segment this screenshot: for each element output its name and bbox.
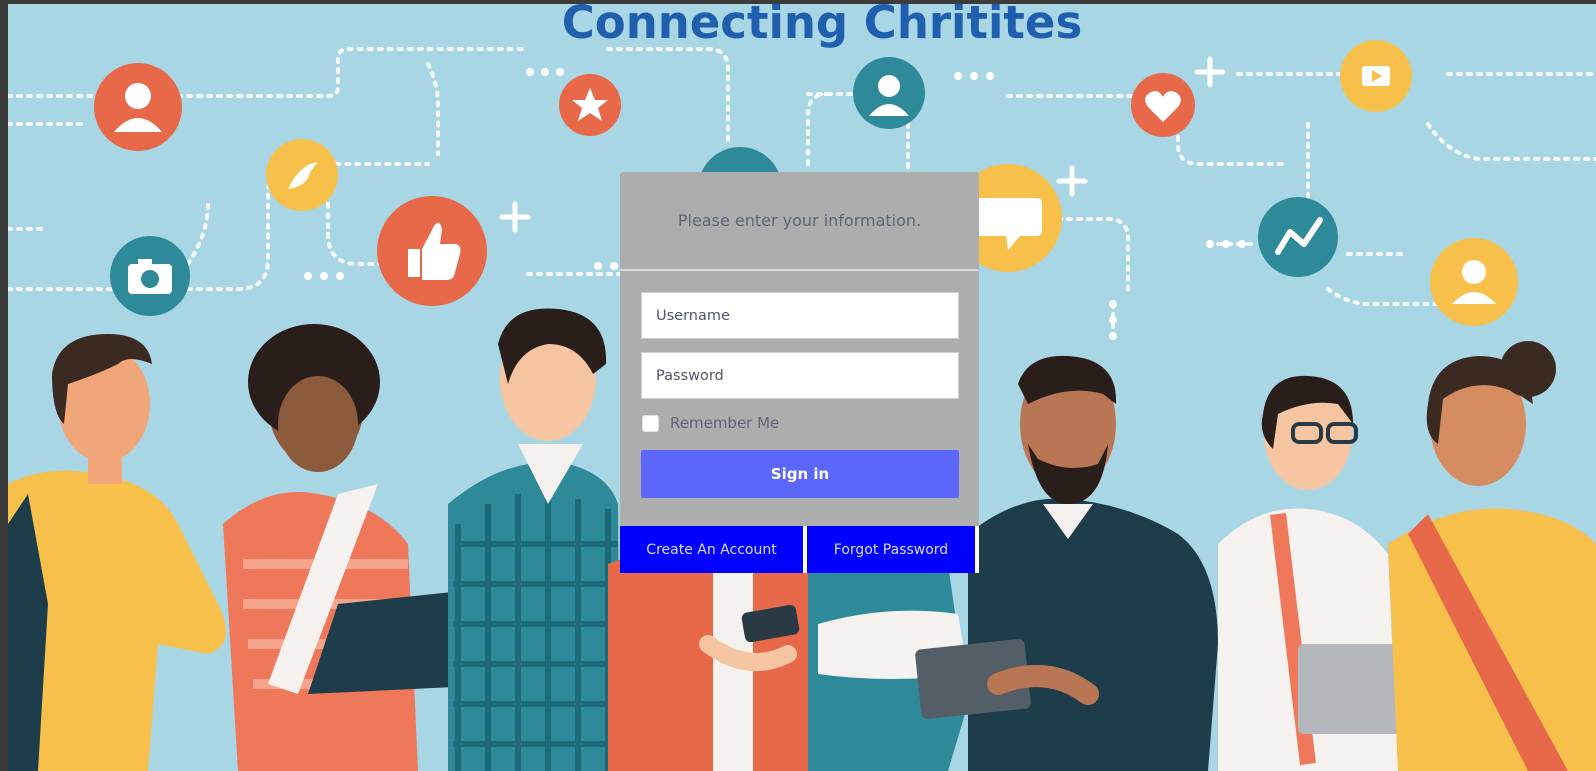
login-card: Please enter your information. Remember … <box>620 172 979 573</box>
camera-icon <box>110 236 190 316</box>
password-input[interactable] <box>641 352 959 399</box>
sign-in-button[interactable]: Sign in <box>641 450 959 498</box>
heart-icon <box>1131 73 1195 137</box>
login-prompt: Please enter your information. <box>620 172 979 271</box>
chart-line-icon <box>1258 197 1338 277</box>
thumbs-up-icon <box>377 196 487 306</box>
footer-edge <box>975 526 979 573</box>
create-account-button[interactable]: Create An Account <box>620 526 803 573</box>
remember-me-row: Remember Me <box>641 412 958 434</box>
user-icon <box>1430 238 1518 326</box>
login-footer: Create An Account Forgot Password <box>620 526 979 573</box>
star-icon <box>559 74 621 136</box>
user-icon <box>94 63 182 151</box>
video-play-icon <box>1340 40 1412 112</box>
site-title: Connecting Chritites <box>561 4 1083 49</box>
remember-me-label[interactable]: Remember Me <box>670 414 779 432</box>
bird-icon <box>266 139 338 211</box>
user-icon <box>853 57 925 129</box>
login-form: Remember Me Sign in <box>620 271 979 498</box>
username-input[interactable] <box>641 292 959 339</box>
remember-me-checkbox[interactable] <box>642 414 659 432</box>
forgot-password-button[interactable]: Forgot Password <box>807 526 975 573</box>
